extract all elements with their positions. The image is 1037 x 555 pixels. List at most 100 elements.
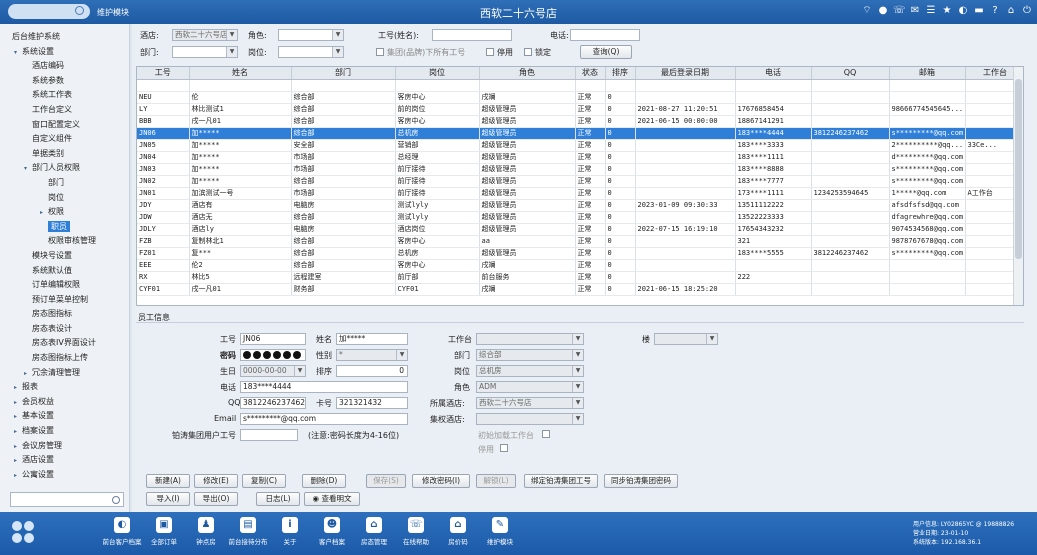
detail-password-input[interactable] xyxy=(240,349,306,361)
sidebar-item[interactable]: 工作台定义 xyxy=(0,103,128,118)
sidebar-item[interactable]: 订单编辑权限 xyxy=(0,278,128,293)
scrollbar-thumb[interactable] xyxy=(1015,79,1022,259)
taskbar-item[interactable]: ◐ 前台客户档案 xyxy=(100,517,144,546)
sidebar-item[interactable]: ▸ 权限 xyxy=(0,205,128,220)
init-workbench-checkbox[interactable] xyxy=(542,430,550,438)
delete-button[interactable]: 删除(D) xyxy=(302,474,346,488)
table-row[interactable]: BBB 戌一凡01 综合部 客房中心 超级管理员 正常 0 2021-06-15 00:00:… xyxy=(137,115,1023,128)
star-icon[interactable]: ★ xyxy=(941,5,953,17)
table-row[interactable]: LY 林比测试1 综合部 前的岗位 超级管理员 正常 0 2021-08-27 11:20:5… xyxy=(137,103,1023,116)
log-button[interactable]: 日志(L) xyxy=(256,492,300,506)
column-header[interactable]: 工号 xyxy=(137,67,190,80)
sync-group-password-button[interactable]: 同步铂涛集团密码 xyxy=(604,474,678,488)
sidebar-item[interactable]: 岗位 xyxy=(0,191,128,206)
column-header[interactable]: 排序 xyxy=(605,67,636,80)
sidebar-item[interactable]: ▸ 会员权益 xyxy=(0,395,128,410)
table-row[interactable]: RX 林比5 远程建室 前厅部 前台服务 正常 0 222 xyxy=(137,271,1023,284)
post-filter-select[interactable]: ▼ xyxy=(278,46,344,58)
table-row[interactable]: FZ01 复*** 综合部 总机房 超级管理员 正常 0 183****5555 3812246… xyxy=(137,247,1023,260)
taskbar-item[interactable]: ☏ 在线帮助 xyxy=(394,517,438,546)
sidebar-item[interactable]: 房态表IV界面设计 xyxy=(0,336,128,351)
save-button[interactable]: 保存(S) xyxy=(366,474,406,488)
bind-group-account-button[interactable]: 绑定铂涛集团工号 xyxy=(524,474,598,488)
table-row[interactable]: CYF01 戌一凡01 财务部 CYF01 戌斓 正常 0 2021-06-15 18:25:… xyxy=(137,283,1023,296)
detail-empno-input[interactable]: JN06 xyxy=(240,333,306,345)
sidebar-item[interactable]: ▸ 酒店设置 xyxy=(0,453,128,468)
sidebar-item[interactable]: 系统工作表 xyxy=(0,88,128,103)
sidebar-item[interactable]: 房态图指标 xyxy=(0,307,128,322)
detail-email-input[interactable]: s*********@qq.com xyxy=(240,413,408,425)
table-row[interactable]: JN01 加滨测试一号 市场部 前厅接待 超级管理员 正常 0 173****1111 1234… xyxy=(137,187,1023,200)
locked-filter-checkbox[interactable] xyxy=(524,48,532,56)
location-icon[interactable]: ● xyxy=(877,5,889,17)
detail-workbench-select[interactable]: ▼ xyxy=(476,333,584,345)
column-header[interactable]: 电话 xyxy=(735,67,812,80)
sidebar-item[interactable]: ▸ 报表 xyxy=(0,380,128,395)
group-all-checkbox[interactable] xyxy=(376,48,384,56)
table-row[interactable]: JN03 加***** 市场部 前厅接待 超级管理员 正常 0 183****8888 s***… xyxy=(137,163,1023,176)
sidebar-item[interactable]: 系统参数 xyxy=(0,74,128,89)
sidebar-item[interactable]: 单据类别 xyxy=(0,147,128,162)
sidebar-item[interactable]: 预订单菜单控制 xyxy=(0,293,128,308)
table-row[interactable]: JDLY 酒店ly 电脑房 酒店岗位 超级管理员 正常 0 2022-07-15 16:19:… xyxy=(137,223,1023,236)
empno-filter-input[interactable] xyxy=(432,29,512,41)
sidebar-item[interactable]: ▾ 系统设置 xyxy=(0,45,128,60)
hotel-filter-select[interactable]: 西软二十六号店 ▼ xyxy=(172,29,238,41)
sidebar-item[interactable]: 后台维护系统 xyxy=(0,30,128,45)
role-filter-select[interactable]: ▼ xyxy=(278,29,344,41)
wifi-icon[interactable]: ⌔ xyxy=(861,5,873,17)
taskbar-item[interactable]: i 关于 xyxy=(268,517,312,546)
chat-icon[interactable]: ✉ xyxy=(909,5,921,17)
sidebar-item[interactable]: 部门 xyxy=(0,176,128,191)
copy-button[interactable]: 复制(C) xyxy=(242,474,286,488)
table-row[interactable]: JN04 加***** 市场部 总经理 超级管理员 正常 0 183****1111 d****… xyxy=(137,151,1023,164)
taskbar-item[interactable]: ✎ 维护模块 xyxy=(478,517,522,546)
app-launcher-icon[interactable] xyxy=(12,521,34,543)
dept-filter-select[interactable]: ▼ xyxy=(172,46,238,58)
disabled-filter-checkbox[interactable] xyxy=(486,48,494,56)
detail-role-select[interactable]: ADM ▼ xyxy=(476,381,584,393)
detail-sort-input[interactable]: 0 xyxy=(336,365,408,377)
sidebar-search-input[interactable] xyxy=(10,492,124,507)
column-header[interactable]: 最后登录日期 xyxy=(635,67,736,80)
column-header[interactable]: 状态 xyxy=(575,67,606,80)
query-button[interactable]: 查询(Q) xyxy=(580,45,632,59)
detail-hotel-select[interactable]: 西软二十六号店 ▼ xyxy=(476,397,584,409)
sidebar-item[interactable]: ▸ 档案设置 xyxy=(0,424,128,439)
column-header[interactable]: 部门 xyxy=(291,67,396,80)
sidebar-item[interactable]: 系统默认值 xyxy=(0,264,128,279)
table-vertical-scrollbar[interactable] xyxy=(1013,67,1023,305)
detail-name-input[interactable]: 加***** xyxy=(336,333,408,345)
detail-disabled-checkbox[interactable] xyxy=(500,444,508,452)
minimize-icon[interactable]: ▬ xyxy=(973,5,985,17)
add-button[interactable]: 新建(A) xyxy=(146,474,190,488)
change-password-button[interactable]: 修改密码(I) xyxy=(412,474,470,488)
detail-dept-select[interactable]: 综合部 ▼ xyxy=(476,349,584,361)
sidebar-item[interactable]: 自定义组件 xyxy=(0,132,128,147)
table-row[interactable]: JDY 酒店有 电脑房 测试lyly 超级管理员 正常 0 2023-01-09 09:30:… xyxy=(137,199,1023,212)
detail-birthday-input[interactable]: 0000-00-00 ▼ xyxy=(240,365,306,377)
sidebar-item[interactable]: 权限审核管理 xyxy=(0,234,128,249)
sidebar-item[interactable]: ▸ 冗余清理管理 xyxy=(0,366,128,381)
sidebar-item[interactable]: 房态图指标上传 xyxy=(0,351,128,366)
table-row[interactable]: FZB 复制林北1 综合部 客房中心 aa 正常 0 321 9878767678@qq.com xyxy=(137,235,1023,248)
power-icon[interactable]: ⏻ xyxy=(1021,5,1033,17)
table-row[interactable]: JDW 酒店无 综合部 测试lyly 超级管理员 正常 0 13522223333 dfagre… xyxy=(137,211,1023,224)
sidebar-item[interactable]: ▸ 会议房管理 xyxy=(0,439,128,454)
edit-button[interactable]: 修改(E) xyxy=(194,474,238,488)
table-row[interactable]: NEU 伦综合部 客房中心 戌斓 正常 0 xyxy=(137,91,1023,104)
table-row[interactable]: EEE 伦2 综合部 客房中心 戌斓 正常 0 xyxy=(137,259,1023,272)
sidebar-item[interactable]: ▸ 公寓设置 xyxy=(0,468,128,482)
view-plaintext-button[interactable]: ◉ 查看明文 xyxy=(304,492,360,506)
detail-card-input[interactable]: 321321432 xyxy=(336,397,408,409)
help-icon[interactable]: ? xyxy=(989,5,1001,17)
detail-group-hotel-select[interactable]: ▼ xyxy=(476,413,584,425)
taskbar-item[interactable]: ▣ 全部订单 xyxy=(142,517,186,546)
taskbar-item[interactable]: ▤ 前台接待分布 xyxy=(226,517,270,546)
sidebar-item[interactable]: ▸ 基本设置 xyxy=(0,409,128,424)
sidebar-item[interactable]: 职员 xyxy=(0,220,128,235)
taskbar-item[interactable]: ☻ 客户档案 xyxy=(310,517,354,546)
column-header[interactable]: 岗位 xyxy=(395,67,480,80)
sidebar-item[interactable]: 房态表设计 xyxy=(0,322,128,337)
column-header[interactable]: 角色 xyxy=(479,67,576,80)
